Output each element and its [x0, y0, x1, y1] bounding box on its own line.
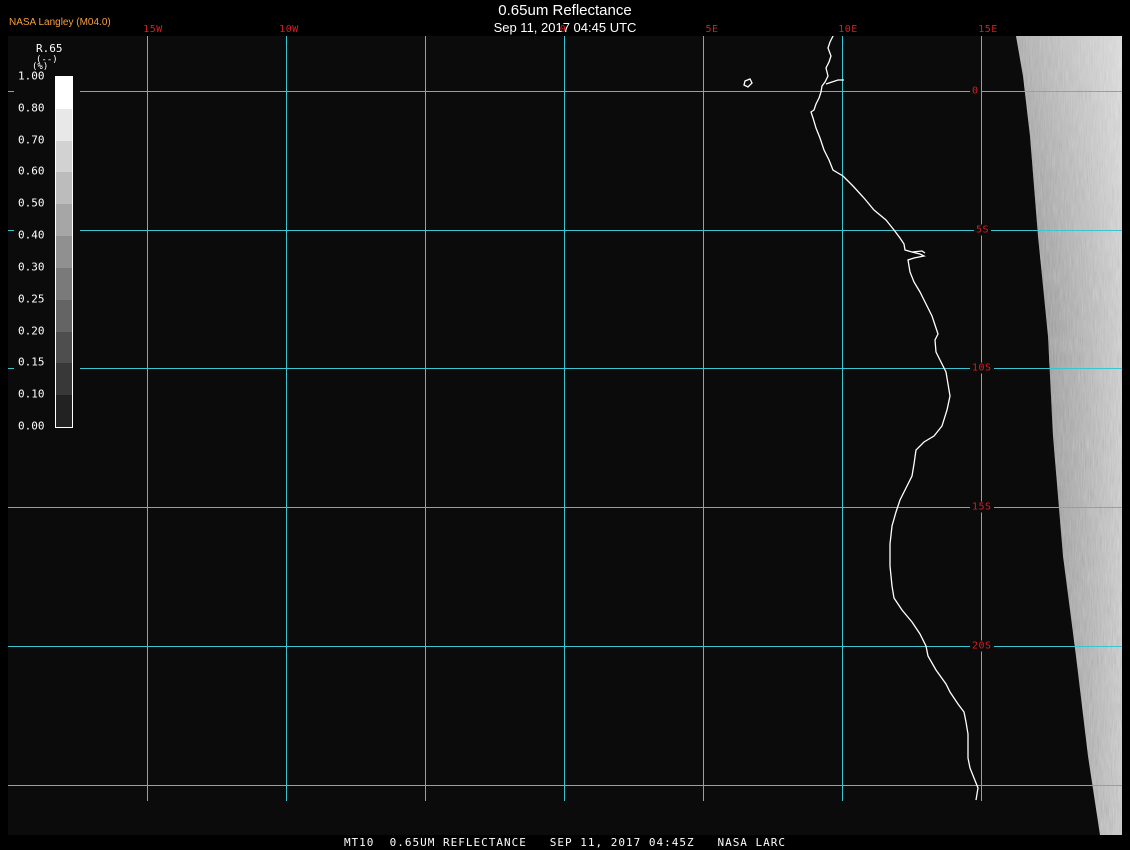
lon-label-15w: 15W	[143, 24, 163, 35]
legend-swatch	[56, 204, 72, 237]
legend-tick-label: 0.60	[18, 164, 45, 178]
legend-tick-label: 0.10	[18, 387, 45, 401]
lon-label-5e: 5E	[705, 24, 719, 35]
lon-label-10e: 10E	[838, 24, 858, 35]
graticule	[8, 36, 1122, 801]
legend-tick-label: 0.25	[18, 292, 45, 306]
legend-tick-label: 0.40	[18, 228, 45, 242]
legend-color-bar	[55, 76, 73, 428]
legend-tick-label: 0.50	[18, 196, 45, 210]
legend-title: R.65	[36, 42, 63, 55]
lat-label-20s: 20S	[970, 640, 994, 652]
legend-swatch	[56, 77, 72, 109]
africa-coastline	[810, 36, 979, 801]
image-title: 0.65um Reflectance	[498, 2, 632, 19]
legend-swatch	[56, 363, 72, 396]
image-caption: MT10 0.65UM REFLECTANCE SEP 11, 2017 04:…	[343, 836, 787, 849]
legend-swatch	[56, 108, 72, 141]
legend-tick-label: 1.00	[18, 69, 45, 83]
legend-tick-label: 0.30	[18, 260, 45, 274]
lat-label-5s: 5S	[974, 224, 992, 236]
satellite-image-viewer: NASA Langley (M04.0) 0.65um Reflectance …	[0, 0, 1130, 850]
legend-tick-label: 0.00	[18, 419, 45, 433]
coastline	[743, 36, 979, 801]
lat-label-10s: 10S	[970, 362, 994, 374]
lat-label-0: 0	[970, 85, 981, 97]
island-bioko	[743, 78, 753, 88]
satellite-imagery	[1016, 36, 1122, 835]
legend-swatch	[56, 140, 72, 173]
legend-swatch	[56, 331, 72, 364]
lon-label-0: 0	[559, 24, 567, 35]
legend-swatch	[56, 236, 72, 269]
color-legend: R.65 (--) (%) 1.00 0.80 0.70 0.60 0.50 0.40 0.…	[14, 40, 80, 442]
gulf-of-guinea-coast	[825, 79, 844, 85]
legend-swatch	[56, 267, 72, 300]
legend-tick-label: 0.20	[18, 324, 45, 338]
legend-tick-label: 0.80	[18, 101, 45, 115]
legend-tick-label: 0.15	[18, 355, 45, 369]
map-canvas	[8, 36, 1122, 835]
legend-swatch	[56, 172, 72, 205]
legend-swatch	[56, 395, 72, 428]
map-panel: 0 5S 10S 15S 20S	[8, 36, 1122, 835]
lon-label-10w: 10W	[279, 24, 299, 35]
lat-label-15s: 15S	[970, 501, 994, 513]
lon-label-15e: 15E	[978, 24, 998, 35]
imagery-highlight	[1016, 36, 1122, 835]
legend-tick-label: 0.70	[18, 133, 45, 147]
legend-swatch	[56, 299, 72, 332]
